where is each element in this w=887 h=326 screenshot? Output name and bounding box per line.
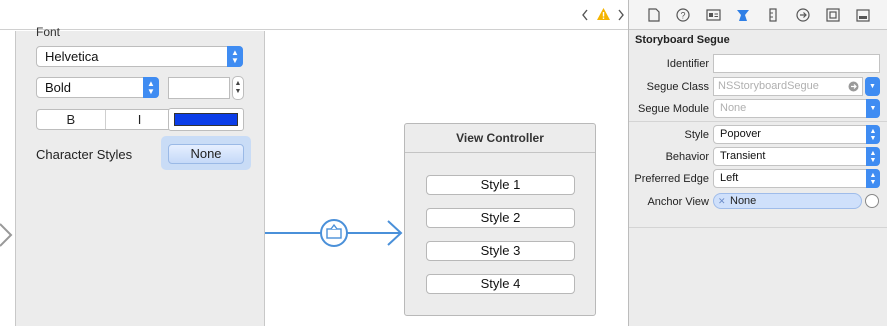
anchor-view-label: Anchor View [647, 196, 709, 208]
identity-icon[interactable] [705, 7, 721, 23]
font-panel: Font Helvetica ▲▼ Bold ▲▼ ▲▼ B I U Chara… [16, 25, 265, 326]
text-color-swatch [174, 113, 238, 126]
segue-class-popup[interactable]: ▼ [865, 77, 880, 96]
style-4-button[interactable]: Style 4 [426, 274, 575, 294]
section-title: Storyboard Segue [635, 34, 730, 46]
popup-arrows-icon: ▲ ▼ [866, 125, 880, 144]
style-popup[interactable]: Popover ▲ ▼ [713, 125, 880, 144]
scene-edge [0, 31, 16, 326]
svg-text:?: ? [680, 11, 685, 21]
file-icon[interactable] [646, 7, 662, 23]
font-style-value: Bold [45, 80, 72, 95]
segue-class-field[interactable]: NSStoryboardSegue [713, 77, 863, 96]
popup-arrows-icon: ▲ ▼ [866, 147, 880, 166]
behavior-popup[interactable]: Transient ▲ ▼ [713, 147, 880, 166]
text-color-well[interactable] [168, 108, 244, 131]
font-family-popup[interactable]: Helvetica ▲ ▼ [36, 46, 243, 67]
segue-module-placeholder: None [720, 102, 747, 114]
font-size-stepper[interactable]: ▲ ▼ [232, 76, 244, 100]
nav-forward-icon[interactable] [614, 7, 628, 23]
section-divider [629, 121, 887, 122]
view-effects-icon[interactable] [855, 7, 871, 23]
inspector-tabs: ? [629, 0, 887, 30]
font-family-value: Helvetica [45, 49, 99, 64]
preferred-edge-popup[interactable]: Left ▲ ▼ [713, 169, 880, 188]
font-label: Font [36, 25, 61, 39]
size-icon[interactable] [765, 7, 781, 23]
remove-token-icon[interactable]: ✕ [718, 194, 726, 208]
chevron-down-icon: ▼ [866, 99, 880, 118]
help-icon[interactable]: ? [675, 7, 691, 23]
jump-bar [0, 0, 628, 30]
style-label: Style [684, 129, 709, 141]
connections-icon[interactable] [795, 7, 811, 23]
font-size-field[interactable] [168, 77, 230, 99]
go-to-class-icon[interactable] [848, 81, 859, 92]
style-1-button[interactable]: Style 1 [426, 175, 575, 195]
section-divider [629, 227, 887, 228]
inspector-pane: ? Storyboard Segue Identifier Segue Clas… [628, 0, 887, 326]
segue-connection[interactable] [265, 211, 405, 257]
preferred-edge-value: Left [720, 172, 739, 184]
storyboard-canvas[interactable]: Font Helvetica ▲▼ Bold ▲▼ ▲▼ B I U Chara… [0, 25, 628, 326]
font-style-popup[interactable]: Bold ▲ ▼ [36, 77, 159, 98]
style-value: Popover [720, 128, 761, 140]
preferred-edge-label: Preferred Edge [634, 173, 709, 185]
character-styles-label: Character Styles [36, 147, 133, 162]
identifier-field[interactable] [713, 54, 880, 73]
anchor-view-token[interactable]: ✕ None [713, 193, 862, 209]
anchor-connection-icon[interactable] [865, 194, 879, 208]
segue-class-label: Segue Class [646, 81, 709, 93]
attributes-icon[interactable] [735, 7, 751, 23]
identifier-label: Identifier [666, 58, 709, 70]
anchor-view-value: None [730, 195, 757, 207]
bindings-icon[interactable] [825, 7, 841, 23]
popup-arrows-icon: ▲ ▼ [866, 169, 880, 188]
scene-title: View Controller [405, 124, 595, 153]
popup-arrows-icon: ▲ ▼ [227, 46, 243, 67]
chevron-down-icon: ▼ [865, 77, 880, 96]
behavior-value: Transient [720, 150, 766, 162]
segue-class-placeholder: NSStoryboardSegue [718, 80, 819, 92]
style-3-button[interactable]: Style 3 [426, 241, 575, 261]
italic-button[interactable]: I [106, 110, 175, 129]
view-controller-scene[interactable]: View Controller Style 1 Style 2 Style 3 … [404, 123, 596, 316]
character-styles-button[interactable]: None [168, 144, 244, 164]
segue-module-label: Segue Module [638, 103, 709, 115]
incoming-arrow-icon [0, 223, 13, 247]
nav-back-icon[interactable] [578, 7, 592, 23]
warning-icon[interactable] [596, 7, 611, 24]
style-2-button[interactable]: Style 2 [426, 208, 575, 228]
behavior-label: Behavior [665, 151, 709, 163]
popup-arrows-icon: ▲ ▼ [143, 77, 159, 98]
segue-module-popup[interactable]: None ▼ [713, 99, 880, 118]
bold-button[interactable]: B [37, 110, 106, 129]
